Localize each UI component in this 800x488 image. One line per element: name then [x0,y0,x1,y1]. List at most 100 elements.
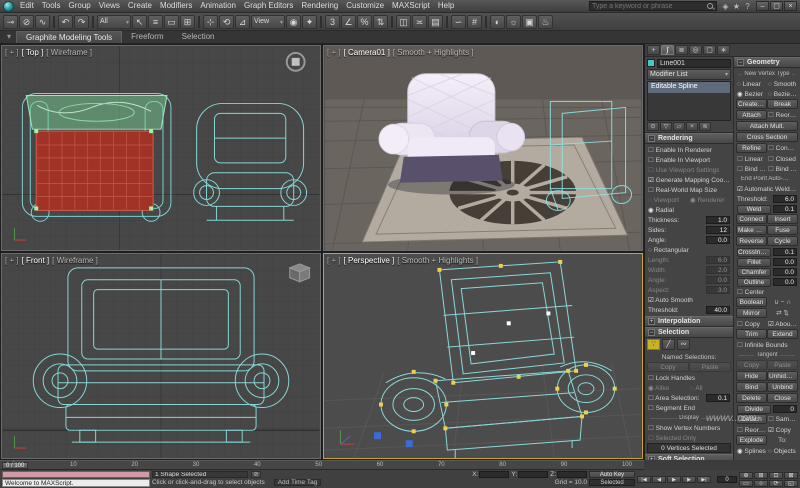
align-icon[interactable]: ≍ [412,14,427,29]
select-and-rotate-icon[interactable]: ⟲ [219,14,234,29]
select-by-name-icon[interactable]: ≡ [148,14,163,29]
select-and-scale-icon[interactable]: ⊿ [235,14,250,29]
geometry-item[interactable]: Outline 0.0 [736,277,798,287]
viewport-pov-label[interactable]: [ Camera01 ] [344,48,390,57]
viewport-camera01[interactable]: [ + ] [ Camera01 ] [ Smooth + Highlights… [323,45,643,251]
geometry-item[interactable]: Bezier [736,89,767,99]
viewport-general-menu[interactable]: [ + ] [327,48,341,57]
geometry-item[interactable]: Paste [767,360,798,370]
panel-item[interactable]: Rectangular [647,245,731,255]
toolbar-separator[interactable] [198,15,200,28]
panel-item[interactable]: Angle: 0.0 [647,275,731,285]
remove-modifier-icon[interactable]: × [686,122,698,131]
interpolation-rollout-header[interactable]: + Interpolation [645,316,733,327]
geometry-item[interactable]: Closed [767,154,798,164]
geometry-item[interactable]: Refine [736,143,767,153]
go-to-start-button[interactable]: |◀ [637,475,651,483]
geometry-item[interactable]: Hide [736,371,767,381]
viewport-shading-label[interactable]: [ Smooth + Highlights ] [393,48,474,57]
geometry-item[interactable]: Bind first [736,164,767,174]
timeline-tick[interactable]: 30 [193,462,200,468]
viewport-pov-label[interactable]: [ Top ] [22,48,44,57]
geometry-item[interactable]: Insert [767,214,798,224]
panel-item[interactable]: Paste [689,362,731,372]
menu-item[interactable]: Edit [16,0,38,12]
ribbon-tab[interactable]: Freeform [122,31,172,43]
maxscript-listener-line[interactable]: Welcome to MAXScript. [2,479,150,487]
timeline-tick[interactable]: 50 [315,462,322,468]
hierarchy-tab-icon[interactable]: ≣ [675,45,688,55]
panel-item[interactable]: Thickness: 1.0 [647,215,731,225]
toolbar-separator[interactable] [391,15,393,28]
zoom-extents-icon[interactable]: ⊡ [769,471,783,479]
geometry-item[interactable]: Delete [736,393,767,403]
rollout-toggle-icon[interactable]: − [737,59,744,66]
time-slider[interactable]: 0 / 100 [2,462,29,469]
rollout-toggle-icon[interactable]: − [648,135,655,142]
geometry-item[interactable]: Bind last [767,164,798,174]
infocenter-help-icon[interactable]: ? [742,2,753,11]
zoom-region-icon[interactable]: ▭ [739,479,753,487]
search-box[interactable] [589,1,717,11]
panel-item[interactable]: Aspect: 3.0 [647,285,731,295]
selection-region-icon[interactable]: ▭ [164,14,179,29]
spline-mode-icon[interactable]: ∾ [677,339,690,350]
viewport-perspective[interactable]: [ + ] [ Perspective ] [ Smooth + Highlig… [323,253,643,459]
geometry-item[interactable]: Automatic Welding [736,184,798,194]
create-tab-icon[interactable]: + [647,45,660,55]
geometry-item[interactable]: Reorient [767,110,798,120]
go-to-end-button[interactable]: ▶| [697,475,711,483]
panel-item[interactable]: Display [647,413,731,423]
timeline-tick[interactable]: 40 [254,462,261,468]
timeline-tick[interactable]: 20 [131,462,138,468]
play-animation-button[interactable]: ▶ [667,475,681,483]
geometry-item[interactable]: Splines [736,446,767,456]
geometry-item[interactable]: Chamfer 0.0 [736,267,798,277]
material-editor-icon[interactable]: ◐ [490,14,505,29]
geometry-item[interactable]: Copy [736,319,767,329]
viewport-pov-label[interactable]: [ Front ] [22,256,50,265]
segment-mode-icon[interactable]: ╱ [662,339,675,350]
panel-item[interactable]: Alike [647,383,689,393]
geometry-item[interactable]: Attach [736,110,767,120]
geometry-item[interactable]: Infinite Bounds [736,340,798,350]
viewport-front[interactable]: [ + ] [ Front ] [ Wireframe ] [1,253,321,459]
snaps-toggle-icon[interactable]: 3 [325,14,340,29]
coordinate-field[interactable] [557,471,587,478]
menu-item[interactable]: Create [124,0,156,12]
geometry-item[interactable]: Extend [767,329,798,339]
orbit-icon[interactable]: ⟳ [769,479,783,487]
panel-item[interactable]: Generate Mapping Coords. [647,175,731,185]
geometry-item[interactable]: Threshold: 6.0 [736,194,798,204]
viewport-general-menu[interactable]: [ + ] [5,48,19,57]
viewport-shading-label[interactable]: [ Wireframe ] [52,256,98,265]
geometry-item[interactable]: To: [767,435,798,445]
geometry-item[interactable]: Connect [767,143,798,153]
next-frame-button[interactable]: ▶ [682,475,696,483]
percent-snap-icon[interactable]: % [357,14,372,29]
search-input[interactable] [590,2,706,10]
timeline-tick[interactable]: 90 [561,462,568,468]
coordinate-field[interactable] [479,471,510,478]
geometry-item[interactable]: Weld 0.1 [736,204,798,214]
geometry-item[interactable]: Cycle [767,236,798,246]
geometry-item[interactable]: New Vertex Type [736,69,798,79]
geometry-item[interactable]: Copy [767,425,798,435]
menu-item[interactable]: Customize [342,0,388,12]
timeline-tick[interactable]: 100 [622,462,632,468]
ribbon-tab[interactable]: Graphite Modeling Tools [16,31,123,43]
geometry-item[interactable]: Unhide All [767,371,798,381]
panel-item[interactable]: Angle: 0.0 [647,235,731,245]
window-crossing-icon[interactable]: ⊞ [180,14,195,29]
panel-item[interactable]: Show Vertex Numbers [647,423,731,433]
previous-frame-button[interactable]: ◀ [652,475,666,483]
select-and-manipulate-icon[interactable]: ✦ [302,14,317,29]
toolbar-separator[interactable] [320,15,322,28]
geometry-item[interactable]: Boolean [736,297,767,307]
viewport-general-menu[interactable]: [ + ] [327,256,341,265]
geometry-item[interactable]: About Pivot [767,319,798,329]
panel-item[interactable]: Enable In Renderer [647,145,731,155]
viewport-shading-label[interactable]: [ Smooth + Highlights ] [397,256,478,265]
menu-item[interactable]: Help [434,0,458,12]
pin-stack-icon[interactable]: ⊙ [647,122,659,131]
